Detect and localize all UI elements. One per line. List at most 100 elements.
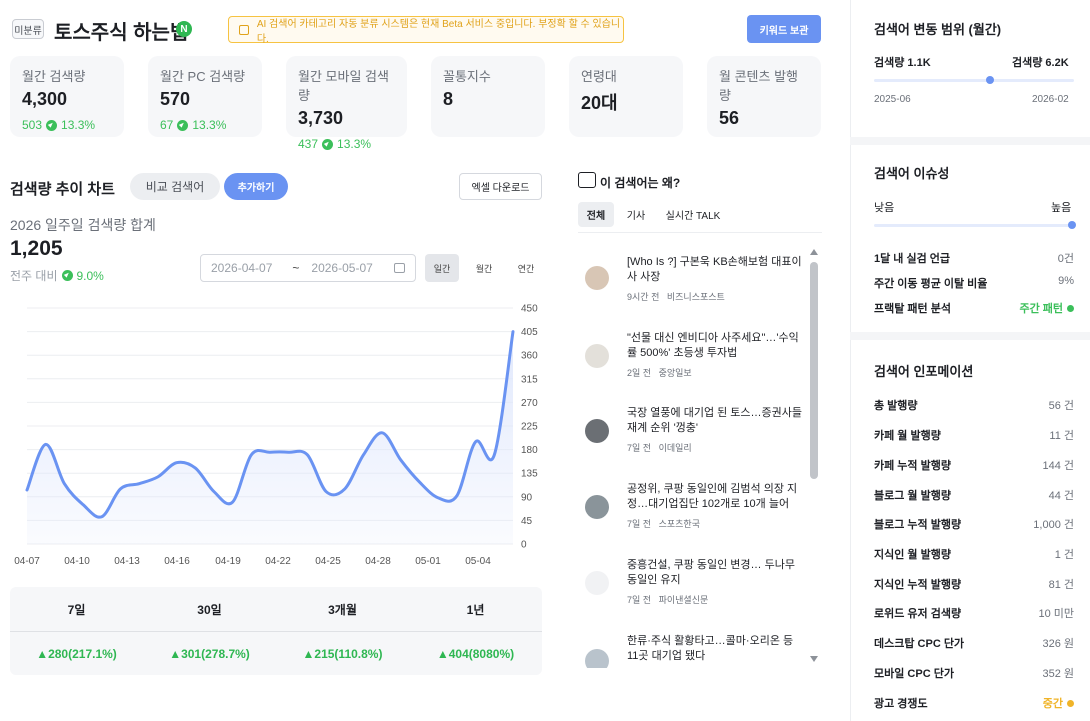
stat-change: 503 13.3%: [22, 118, 96, 132]
x-tick-label: 05-04: [465, 556, 491, 567]
news-item-title[interactable]: "선물 대신 엔비디아 사주세요"…'수익률 500%' 초등생 투자법: [627, 331, 803, 361]
stat-label: 월간 검색량: [22, 69, 86, 84]
trend-subtitle: 2026 일주일 검색량 합계: [10, 217, 156, 233]
date-range-picker[interactable]: 2026-04-07 ~ 2026-05-07: [200, 254, 416, 282]
beta-notice-text: AI 검색어 카테고리 자동 분류 시스템은 현재 Beta 서비스 중입니다.…: [256, 18, 621, 45]
tab-live-talk[interactable]: 실시간 TALK: [660, 202, 726, 227]
category-tag: 미분류: [12, 19, 44, 39]
status-dot-icon: [1067, 699, 1074, 707]
news-item-meta: 7일 전 이데일리: [627, 443, 692, 453]
news-item[interactable]: 중흥건설, 쿠팡 동일인 변경… 두나무 동일인 유지 7일 전 파이낸셜신문: [585, 558, 800, 610]
y-tick-label: 225: [521, 422, 538, 433]
news-item[interactable]: 국장 열풍에 대기업 된 토스…증권사들 재계 순위 '껑충' 7일 전 이데일…: [585, 406, 803, 458]
chat-icon: [578, 172, 596, 188]
x-tick-label: 05-01: [415, 556, 441, 567]
news-item-meta: 9시간 전 비즈니스포스트: [627, 292, 725, 302]
x-tick-label: 04-16: [164, 556, 190, 567]
news-scrollbar-thumb[interactable]: [810, 262, 818, 479]
tab-all[interactable]: 전체: [578, 202, 614, 227]
add-keyword-button[interactable]: 추가하기: [224, 173, 288, 200]
news-item-title[interactable]: [Who Is ?] 구본욱 KB손해보험 대표이사 사장: [627, 255, 803, 285]
info-row: 카페 월 발행량 11 건: [874, 430, 1074, 442]
stat-label: 월간 모바일 검색량: [298, 69, 389, 103]
y-tick-label: 135: [521, 469, 538, 480]
y-tick-label: 45: [521, 516, 533, 527]
y-tick-label: 450: [521, 304, 538, 315]
news-item-title[interactable]: 공정위, 쿠팡 동일인에 김범석 의장 지정…대기업집단 102개로 10개 늘…: [627, 482, 803, 512]
excel-download-button[interactable]: 엑셀 다운로드: [459, 173, 542, 200]
stat-label: 월 콘텐츠 발행량: [719, 69, 798, 103]
stat-value: 8: [443, 89, 454, 109]
news-item-meta: 2일 전 중앙일보: [627, 368, 692, 378]
trend-chart: 0 45 90 135 180 225 270 315 360 405 450 04-07 04-10 0…: [14, 304, 538, 568]
info-row: 지식인 월 발행량 1 건: [874, 549, 1074, 561]
news-item-title[interactable]: 국장 열풍에 대기업 된 토스…증권사들 재계 순위 '껑충': [627, 406, 803, 436]
info-row: 블로그 누적 발행량 1,000 건: [874, 519, 1074, 531]
calendar-icon[interactable]: [394, 263, 405, 273]
keyword-title: 토스주식 하는법: [54, 22, 189, 44]
period-value: ▲215(110.8%): [302, 646, 383, 661]
divider: [578, 232, 822, 233]
x-tick-label: 04-10: [64, 556, 90, 567]
stat-label: 월간 PC 검색량: [160, 69, 246, 84]
arrow-up-icon: [177, 119, 189, 131]
issue-marker: [1068, 221, 1076, 229]
y-tick-label: 360: [521, 351, 538, 362]
issue-title: 검색어 이슈성: [874, 166, 950, 181]
news-item[interactable]: 공정위, 쿠팡 동일인에 김범석 의장 지정…대기업집단 102개로 10개 늘…: [585, 482, 800, 534]
issue-track: [874, 224, 1074, 227]
stat-value: 20대: [581, 93, 618, 113]
tab-articles[interactable]: 기사: [620, 202, 652, 227]
stat-change: 67 13.3%: [160, 118, 227, 132]
save-keyword-button[interactable]: 키워드 보관: [747, 15, 821, 43]
scroll-down-icon[interactable]: [810, 656, 818, 662]
wow-change: 전주 대비 9.0%: [10, 268, 104, 284]
news-thumbnail: [585, 419, 609, 443]
period-header: 3개월: [328, 602, 357, 617]
period-daily[interactable]: 일간: [425, 254, 459, 282]
period-yearly[interactable]: 연간: [509, 254, 543, 282]
x-tick-label: 04-28: [365, 556, 391, 567]
scroll-up-icon[interactable]: [810, 249, 818, 255]
stat-label: 연령대: [581, 69, 617, 84]
section-divider: [850, 332, 1090, 340]
news-item-meta: 7일 전 파이낸셜신문: [627, 595, 709, 605]
beta-notice: AI 검색어 카테고리 자동 분류 시스템은 현재 Beta 서비스 중입니다.…: [228, 16, 624, 45]
stat-card-index: 꼴통지수 8: [431, 56, 545, 137]
info-row: 카페 누적 발행량 144 건: [874, 460, 1074, 472]
issue-low: 낮음: [874, 202, 895, 214]
period-header: 1년: [466, 602, 485, 617]
stat-card-age: 연령대 20대: [569, 56, 683, 137]
stat-card-monthly: 월간 검색량 4,300 503 13.3%: [10, 56, 124, 137]
range-to: 2026-02: [1032, 94, 1069, 105]
stat-value: 4,300: [22, 89, 68, 109]
compare-keyword-button[interactable]: 비교 검색어: [130, 173, 220, 200]
stat-card-mobile: 월간 모바일 검색량 3,730 437 13.3%: [286, 56, 407, 151]
news-item-title[interactable]: 한류·주식 활황타고…콜마·오리온 등 11곳 대기업 됐다: [627, 634, 800, 664]
news-item[interactable]: 한류·주식 활황타고…콜마·오리온 등 11곳 대기업 됐다: [585, 634, 800, 668]
info-row: 총 발행량 56 건: [874, 400, 1074, 412]
range-title: 검색어 변동 범위 (월간): [874, 22, 1002, 37]
news-thumbnail: [585, 495, 609, 519]
arrow-up-icon: [46, 119, 58, 131]
range-track: [874, 79, 1074, 82]
date-separator: ~: [292, 261, 300, 275]
stat-change: 437 13.3%: [298, 137, 372, 151]
x-tick-label: 04-13: [114, 556, 140, 567]
issue-row: 프랙탈 패턴 분석 주간 패턴: [874, 300, 1074, 316]
date-to[interactable]: 2026-05-07: [311, 261, 372, 275]
y-tick-label: 0: [521, 540, 527, 551]
news-item[interactable]: [Who Is ?] 구본욱 KB손해보험 대표이사 사장 9시간 전 비즈니스…: [585, 255, 803, 307]
panel-divider: [850, 0, 851, 721]
period-monthly[interactable]: 월간: [467, 254, 501, 282]
x-tick-label: 04-19: [215, 556, 241, 567]
period-value: ▲404(8080%): [436, 646, 515, 661]
stat-value: 3,730: [298, 108, 344, 128]
date-from[interactable]: 2026-04-07: [211, 261, 272, 275]
news-item[interactable]: "선물 대신 엔비디아 사주세요"…'수익률 500%' 초등생 투자법 2일 …: [585, 331, 800, 383]
info-row: 지식인 누적 발행량 81 건: [874, 579, 1074, 591]
news-item-title[interactable]: 중흥건설, 쿠팡 동일인 변경… 두나무 동일인 유지: [627, 558, 803, 588]
stat-card-pc: 월간 PC 검색량 570 67 13.3%: [148, 56, 262, 137]
area-fill: [27, 331, 513, 544]
copy-icon: [239, 24, 249, 35]
